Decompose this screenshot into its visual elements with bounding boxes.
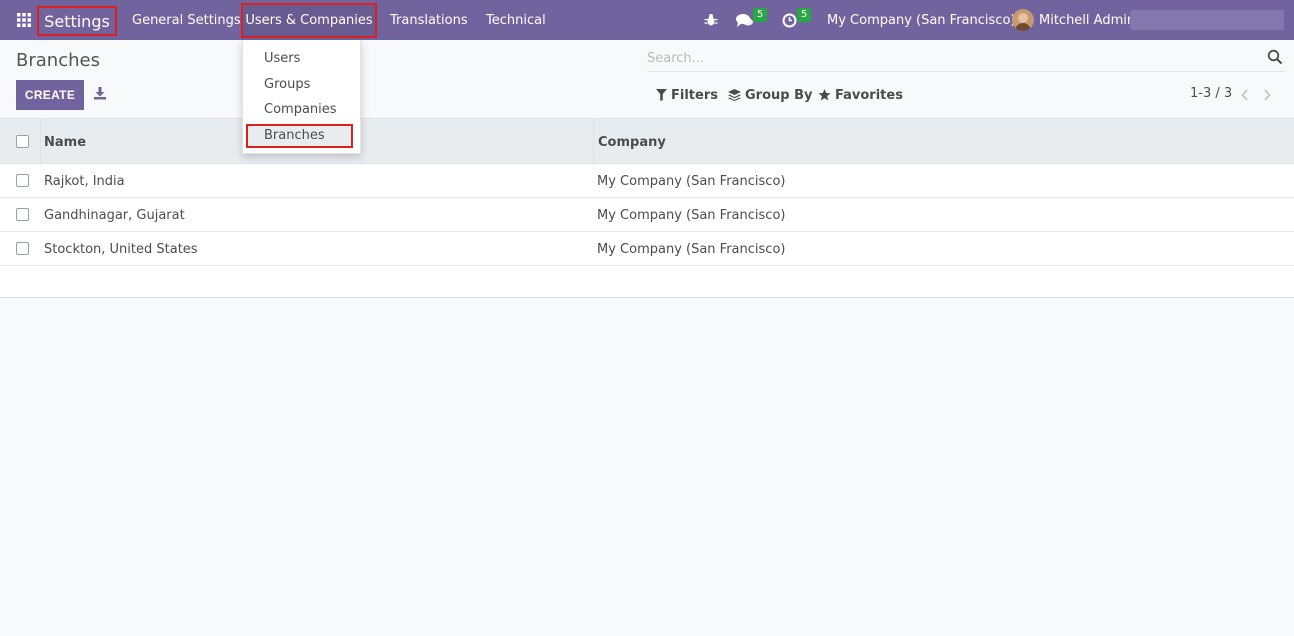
blurred-region [1130, 10, 1284, 30]
cell-company: My Company (San Francisco) [597, 173, 786, 189]
search-icon[interactable] [1267, 49, 1283, 65]
users-companies-dropdown: Users Groups Companies Branches [242, 40, 361, 154]
menu-users-companies[interactable]: Users & Companies [241, 3, 377, 38]
page-title: Branches [16, 50, 100, 71]
pager-value[interactable]: 1-3 / 3 [1190, 86, 1232, 101]
dropdown-item-groups[interactable]: Groups [264, 77, 310, 92]
create-button[interactable]: CREATE [16, 80, 84, 110]
dropdown-item-branches[interactable]: Branches [264, 128, 325, 143]
messages-chat-icon[interactable] [736, 0, 754, 40]
column-header-name[interactable]: Name [44, 119, 86, 165]
user-menu[interactable]: Mitchell Admin [1039, 0, 1135, 40]
column-header-company[interactable]: Company [598, 119, 666, 165]
menu-technical[interactable]: Technical [486, 0, 546, 40]
debug-bug-icon[interactable] [704, 0, 718, 40]
user-avatar[interactable] [1012, 9, 1034, 31]
filters-button[interactable]: Filters [656, 86, 718, 104]
activities-badge: 5 [797, 8, 811, 22]
column-separator [593, 119, 594, 165]
table-row[interactable]: Gandhinagar, Gujarat My Company (San Fra… [0, 198, 1294, 232]
dropdown-item-users[interactable]: Users [264, 51, 300, 66]
table-row[interactable]: Stockton, United States My Company (San … [0, 232, 1294, 266]
cell-company: My Company (San Francisco) [597, 241, 786, 257]
favorites-button[interactable]: Favorites [818, 86, 903, 104]
app-brand[interactable]: Settings [37, 6, 117, 36]
filters-label: Filters [671, 87, 718, 103]
messages-badge: 5 [753, 8, 767, 22]
row-checkbox[interactable] [16, 174, 29, 187]
list-view-table: Name Company Rajkot, India My Company (S… [0, 118, 1294, 298]
filter-icon [656, 89, 667, 101]
search-bar [647, 44, 1285, 72]
star-icon [818, 89, 831, 101]
dropdown-item-companies[interactable]: Companies [264, 102, 337, 117]
pager-next-icon[interactable] [1262, 88, 1272, 102]
top-navbar: Settings General Settings Users & Compan… [0, 0, 1294, 40]
select-all-checkbox[interactable] [16, 135, 29, 148]
column-separator [40, 119, 41, 165]
company-switcher[interactable]: My Company (San Francisco) [827, 0, 1015, 40]
cell-name: Gandhinagar, Gujarat [44, 207, 185, 223]
cell-name: Stockton, United States [44, 241, 198, 257]
menu-general-settings[interactable]: General Settings [132, 0, 241, 40]
download-icon[interactable] [93, 86, 107, 100]
cell-name: Rajkot, India [44, 173, 125, 189]
menu-translations[interactable]: Translations [390, 0, 468, 40]
cell-company: My Company (San Francisco) [597, 207, 786, 223]
group-by-label: Group By [745, 87, 813, 103]
pager-previous-icon[interactable] [1240, 88, 1250, 102]
row-checkbox[interactable] [16, 242, 29, 255]
row-checkbox[interactable] [16, 208, 29, 221]
favorites-label: Favorites [835, 87, 903, 103]
table-row[interactable]: Rajkot, India My Company (San Francisco) [0, 164, 1294, 198]
layers-icon [728, 89, 741, 101]
group-by-button[interactable]: Group By [728, 86, 812, 104]
search-input[interactable] [647, 47, 1247, 69]
table-header: Name Company [0, 118, 1294, 165]
activities-clock-icon[interactable] [782, 0, 797, 40]
apps-menu-icon[interactable] [16, 0, 32, 40]
